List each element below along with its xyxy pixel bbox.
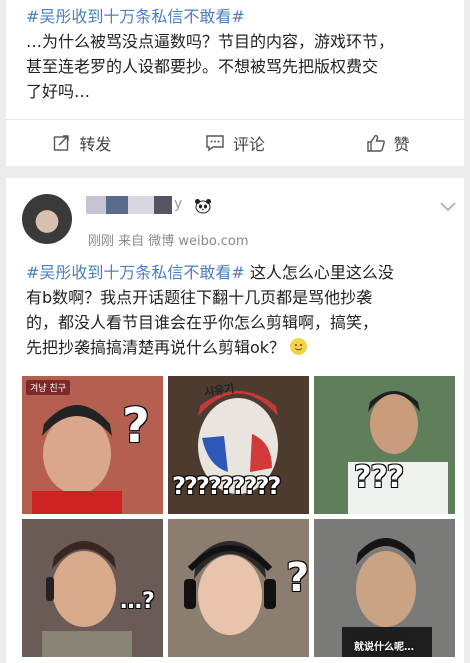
post-2-text[interactable]: #吴彤收到十万条私信不敢看# 这人怎么心里这么没 有b数啊？我点开话题往下翻十几…: [26, 260, 450, 360]
comment-icon: [206, 135, 224, 152]
username-tail[interactable]: y: [174, 196, 182, 212]
blur-block: [154, 196, 172, 214]
post-1-line-2: 甚至连老罗的人设都要抄。不想被骂先把版权费交: [26, 57, 379, 76]
repost-icon: [54, 135, 70, 151]
question-mark-overlay: ?????????: [172, 472, 281, 500]
post-1-line-3: 了好吗…: [26, 82, 91, 101]
post-card-1: #吴彤收到十万条私信不敢看# …为什么被骂没点逼数吗？节目的内容，游戏环节， 甚…: [6, 0, 464, 166]
like-button[interactable]: 赞: [311, 120, 464, 166]
chevron-down-icon[interactable]: [440, 202, 456, 212]
post-2-line-0: 这人怎么心里这么没: [244, 263, 394, 282]
comment-label: 评论: [233, 135, 266, 154]
comment-button[interactable]: 评论: [159, 120, 312, 166]
show-tag: 겨냥 친구: [26, 380, 70, 395]
image-tile-2[interactable]: 시유기 ?????????: [168, 376, 309, 514]
post-2-line-1: 有b数啊？我点开话题往下翻十几页都是骂他抄袭: [26, 288, 373, 307]
image-tile-6[interactable]: 就说什么呢…: [314, 519, 455, 657]
panda-icon: [195, 199, 211, 214]
blur-block: [128, 196, 154, 214]
image-tile-5[interactable]: ?: [168, 519, 309, 657]
post-card-2: y 刚刚 来自 微博 weibo.com #吴彤收到十万条私信不敢看# 这人怎么…: [6, 178, 464, 663]
post-1-action-bar: 转发 评论 赞: [6, 120, 464, 166]
image-tile-1[interactable]: 겨냥 친구 ?: [22, 376, 163, 514]
repost-label: 转发: [79, 135, 112, 154]
post-meta: 刚刚 来自 微博 weibo.com: [88, 234, 249, 249]
avatar[interactable]: [22, 194, 72, 244]
image-caption: 就说什么呢…: [354, 642, 414, 653]
image-grid: 겨냥 친구 ? 시유기 ????????? ??? …? ? 就说什么呢…: [22, 376, 456, 657]
post-2-line-3: 先把抄袭搞搞清楚再说什么剪辑ok？: [26, 338, 286, 357]
question-mark-overlay: ???: [354, 460, 404, 495]
question-mark-overlay: ?: [122, 398, 150, 454]
blur-block: [106, 196, 128, 214]
like-icon: [366, 134, 385, 152]
person-photo: [314, 519, 455, 657]
image-tile-3[interactable]: ???: [314, 376, 455, 514]
post-1-text[interactable]: #吴彤收到十万条私信不敢看# …为什么被骂没点逼数吗？节目的内容，游戏环节， 甚…: [26, 4, 450, 104]
question-mark-overlay: ?: [286, 555, 309, 601]
like-label: 赞: [393, 135, 410, 154]
question-mark-overlay: …?: [120, 589, 155, 614]
post-2-topic-link[interactable]: #吴彤收到十万条私信不敢看#: [26, 263, 245, 282]
repost-button[interactable]: 转发: [6, 120, 159, 166]
post-2-header: y 刚刚 来自 微博 weibo.com: [6, 178, 464, 252]
person-photo: [22, 519, 163, 657]
username-redacted[interactable]: [86, 196, 172, 214]
weibo-feed: #吴彤收到十万条私信不敢看# …为什么被骂没点逼数吗？节目的内容，游戏环节， 甚…: [0, 0, 470, 663]
post-2-line-2: 的，都没人看节目谁会在乎你怎么剪辑啊，搞笑，: [26, 313, 379, 332]
blur-block: [86, 196, 106, 214]
image-tile-4[interactable]: …?: [22, 519, 163, 657]
smile-emoji-icon: [290, 338, 308, 355]
post-1-line-1: …为什么被骂没点逼数吗？节目的内容，游戏环节，: [26, 32, 395, 51]
post-1-topic-link[interactable]: #吴彤收到十万条私信不敢看#: [26, 7, 245, 26]
